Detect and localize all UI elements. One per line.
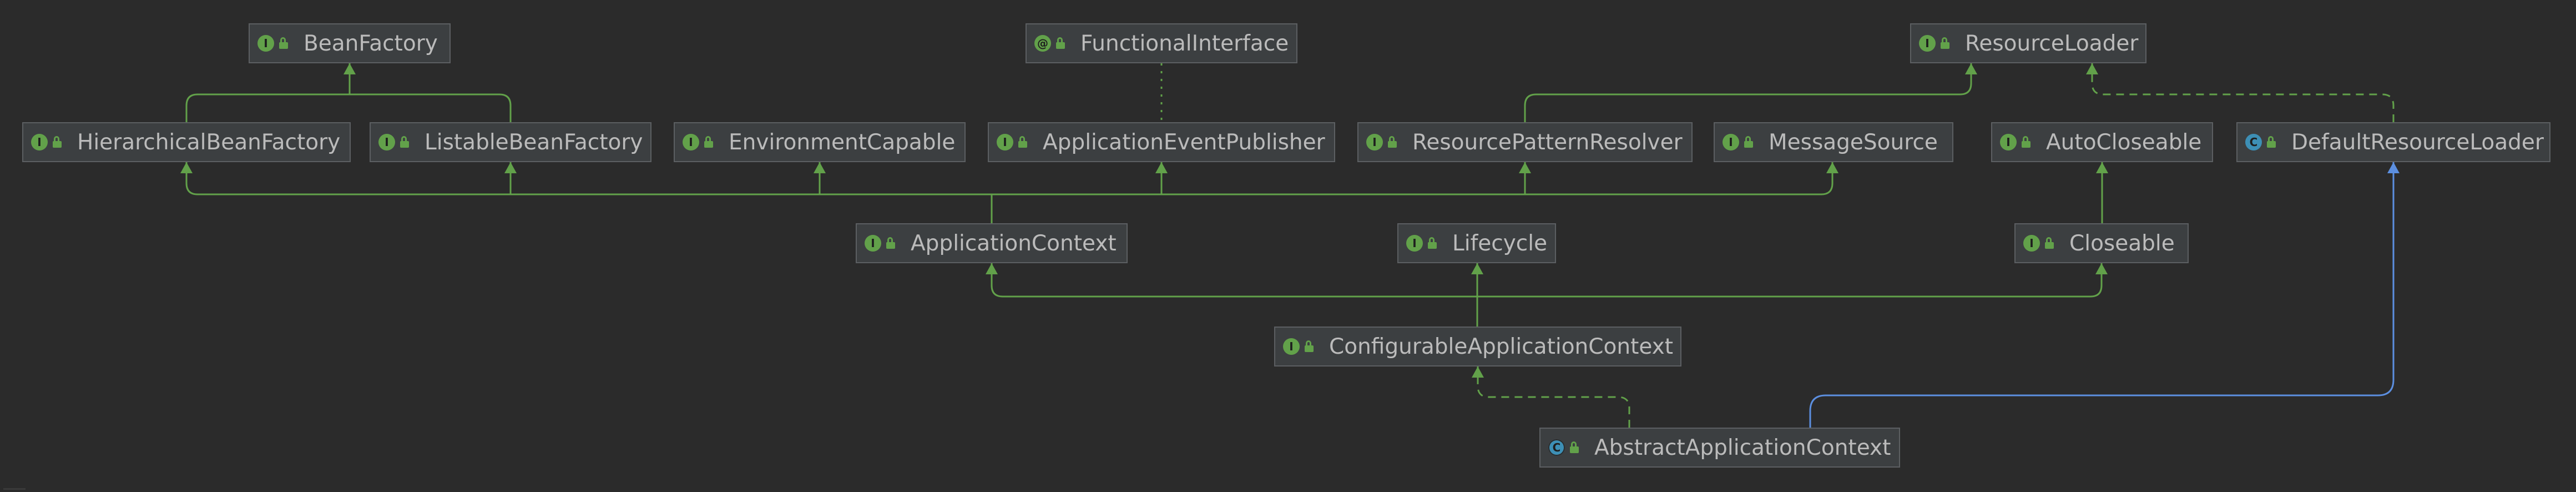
node-message-source[interactable]: I MessageSource: [1714, 122, 1953, 162]
node-application-context[interactable]: I ApplicationContext: [856, 223, 1128, 263]
node-label: ApplicationEventPublisher: [1043, 129, 1325, 155]
edge-configurable-bus: [991, 263, 2103, 298]
node-abstract-application-context[interactable]: C AbstractApplicationContext: [1539, 428, 1900, 468]
interface-icon: I: [997, 134, 1013, 150]
corner-mark: [3, 488, 26, 490]
node-bean-factory[interactable]: I BeanFactory: [249, 23, 451, 63]
public-lock-icon: [1428, 237, 1437, 249]
edge-arrowhead: [1155, 162, 1168, 173]
edge-arrowhead: [1471, 263, 1483, 274]
edge-arrowhead: [986, 263, 998, 274]
node-configurable-application-context[interactable]: I ConfigurableApplicationContext: [1274, 327, 1681, 367]
node-label: HierarchicalBeanFactory: [77, 129, 341, 155]
class-icon: C: [2245, 134, 2262, 150]
interface-icon: I: [2023, 235, 2040, 252]
public-lock-icon: [1018, 136, 1027, 148]
public-lock-icon: [1570, 441, 1579, 454]
public-lock-icon: [1941, 37, 1949, 49]
edge-arrowhead: [344, 63, 356, 74]
edge-appctx-bus: [185, 162, 1833, 195]
edge-abstract-to-configurable: [1477, 367, 1630, 428]
public-lock-icon: [886, 237, 895, 249]
node-auto-closeable[interactable]: I AutoCloseable: [1991, 122, 2213, 162]
edge-arrowhead: [180, 162, 193, 173]
interface-icon: I: [1919, 35, 1936, 52]
interface-icon: I: [683, 134, 699, 150]
node-label: AbstractApplicationContext: [1594, 435, 1891, 460]
interface-icon: I: [257, 35, 274, 52]
abstract-class-icon: C: [1548, 439, 1565, 456]
node-label: Lifecycle: [1452, 230, 1548, 256]
interface-icon: I: [1723, 134, 1739, 150]
public-lock-icon: [53, 136, 62, 148]
node-label: Closeable: [2069, 230, 2175, 256]
interface-icon: I: [378, 134, 395, 150]
edge-arrowhead: [1519, 162, 1531, 173]
interface-icon: I: [1366, 134, 1383, 150]
public-lock-icon: [2267, 136, 2276, 148]
public-lock-icon: [2022, 136, 2031, 148]
node-default-resource-loader[interactable]: C DefaultResourceLoader: [2236, 122, 2550, 162]
interface-icon: I: [865, 235, 881, 252]
edge-arrowhead: [2095, 263, 2108, 274]
node-resource-pattern-resolver[interactable]: I ResourcePatternResolver: [1357, 122, 1693, 162]
node-label: DefaultResourceLoader: [2291, 129, 2544, 155]
node-lifecycle[interactable]: I Lifecycle: [1397, 223, 1556, 263]
edge-arrowhead: [1472, 367, 1484, 378]
edge-arrowhead: [2086, 63, 2098, 74]
edge-arrowhead: [814, 162, 826, 173]
node-label: FunctionalInterface: [1080, 31, 1289, 56]
node-label: ApplicationContext: [911, 230, 1117, 256]
node-label: BeanFactory: [304, 31, 438, 56]
interface-icon: I: [31, 134, 48, 150]
edge-arrowhead: [504, 162, 517, 173]
node-label: AutoCloseable: [2046, 129, 2202, 155]
node-closeable[interactable]: I Closeable: [2014, 223, 2189, 263]
edge-arrowhead: [1965, 63, 1977, 74]
diagram-edges: [180, 63, 2400, 428]
interface-icon: I: [2000, 134, 2017, 150]
node-label: EnvironmentCapable: [729, 129, 956, 155]
interface-icon: I: [1406, 235, 1423, 252]
annotation-icon: @: [1034, 35, 1051, 52]
uml-class-diagram-canvas[interactable]: I BeanFactory @ FunctionalInterface I Re…: [0, 0, 2576, 492]
node-label: ConfigurableApplicationContext: [1329, 334, 1674, 359]
edge-defaultloader-to-resourceloader: [2091, 63, 2395, 122]
public-lock-icon: [1056, 37, 1065, 49]
node-functional-interface[interactable]: @ FunctionalInterface: [1026, 23, 1297, 63]
edge-arrowhead: [2387, 162, 2400, 173]
interface-icon: I: [1283, 338, 1300, 355]
node-application-event-publisher[interactable]: I ApplicationEventPublisher: [988, 122, 1335, 162]
node-label: ResourcePatternResolver: [1412, 129, 1683, 155]
edge-hierarchical-to-beanfactory: [185, 63, 351, 122]
node-environment-capable[interactable]: I EnvironmentCapable: [674, 122, 966, 162]
public-lock-icon: [279, 37, 288, 49]
node-label: MessageSource: [1769, 129, 1938, 155]
node-listable-bean-factory[interactable]: I ListableBeanFactory: [370, 122, 651, 162]
node-label: ResourceLoader: [1965, 31, 2139, 56]
node-label: ListableBeanFactory: [425, 129, 643, 155]
public-lock-icon: [1305, 340, 1314, 353]
edge-listable-to-beanfactory: [350, 93, 512, 122]
node-hierarchical-bean-factory[interactable]: I HierarchicalBeanFactory: [22, 122, 351, 162]
edge-patternresolver-to-resourceloader: [1524, 63, 1972, 122]
public-lock-icon: [1744, 136, 1753, 148]
node-resource-loader[interactable]: I ResourceLoader: [1910, 23, 2146, 63]
public-lock-icon: [2045, 237, 2054, 249]
public-lock-icon: [704, 136, 713, 148]
edge-arrowhead: [1826, 162, 1838, 173]
edge-arrowhead: [2096, 162, 2108, 173]
public-lock-icon: [400, 136, 409, 148]
public-lock-icon: [1388, 136, 1397, 148]
